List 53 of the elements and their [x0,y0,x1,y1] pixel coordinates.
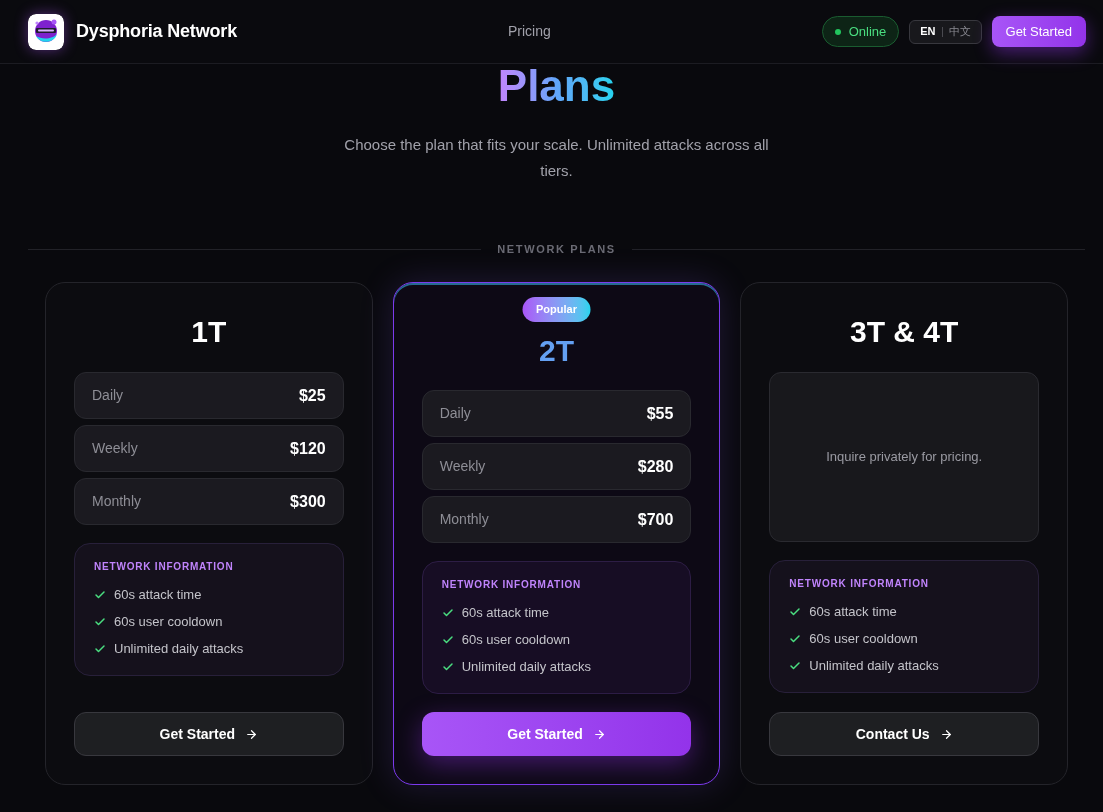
check-icon [94,589,106,601]
plan-title: 2T [538,333,575,369]
check-icon [789,606,802,618]
page-subtitle: Choose the plan that fits your scale. Unlimited attacks across all tiers. [343,135,770,181]
arrow-right-icon [939,727,953,741]
info-heading: NETWORK INFORMATION [789,578,930,590]
feature-text: 60s user cooldown [461,631,571,649]
get-started-button[interactable]: Get Started [421,712,692,756]
status-label: Online [848,22,887,41]
feature-text: 60s attack time [114,586,202,604]
feature-text: 60s user cooldown [809,630,918,648]
check-icon [94,616,106,628]
feature-text: Unlimited daily attacks [809,657,939,675]
price-value: $25 [298,385,326,406]
check-icon [441,634,454,646]
period-label: Weekly [92,439,138,458]
check-icon [441,661,454,673]
plan-title: 1T [190,314,228,350]
check-icon [789,660,802,672]
feature-text: 60s attack time [809,603,897,621]
period-label: Monthly [92,492,142,511]
brand-logo [28,13,64,50]
period-label: Daily [439,404,471,423]
price-value: $300 [290,491,326,512]
feature-text: Unlimited daily attacks [461,658,591,676]
get-started-button[interactable]: Get Started [74,712,344,756]
price-value: $700 [637,509,674,530]
check-icon [441,607,454,619]
section-label: NETWORK PLANS [497,242,616,257]
period-label: Daily [92,386,124,405]
price-value: $120 [290,438,326,459]
popular-badge: Popular [522,297,591,322]
price-value: $55 [646,403,674,424]
language-option[interactable]: 中文 [948,26,971,37]
info-heading: NETWORK INFORMATION [441,579,583,591]
price-value: $280 [637,456,674,477]
feature-text: 60s user cooldown [114,613,223,631]
feature-text: Unlimited daily attacks [114,640,244,658]
inquiry-note: Inquire privately for pricing. [826,448,983,467]
brand-name: Dysphoria Network [76,20,237,43]
info-heading: NETWORK INFORMATION [94,561,235,573]
plan-title: 3T & 4T [849,314,960,350]
check-icon [789,633,802,645]
period-label: Weekly [439,457,486,476]
get-started-button[interactable]: Get Started [991,16,1086,47]
check-icon [94,643,106,655]
language-option[interactable]: EN [920,26,936,37]
nav-link[interactable]: Pricing [507,21,551,42]
contact-button[interactable]: Contact Us [769,712,1039,756]
feature-text: 60s attack time [461,604,550,622]
arrow-right-icon [245,727,259,741]
period-label: Monthly [439,510,489,529]
arrow-right-icon [592,727,606,741]
